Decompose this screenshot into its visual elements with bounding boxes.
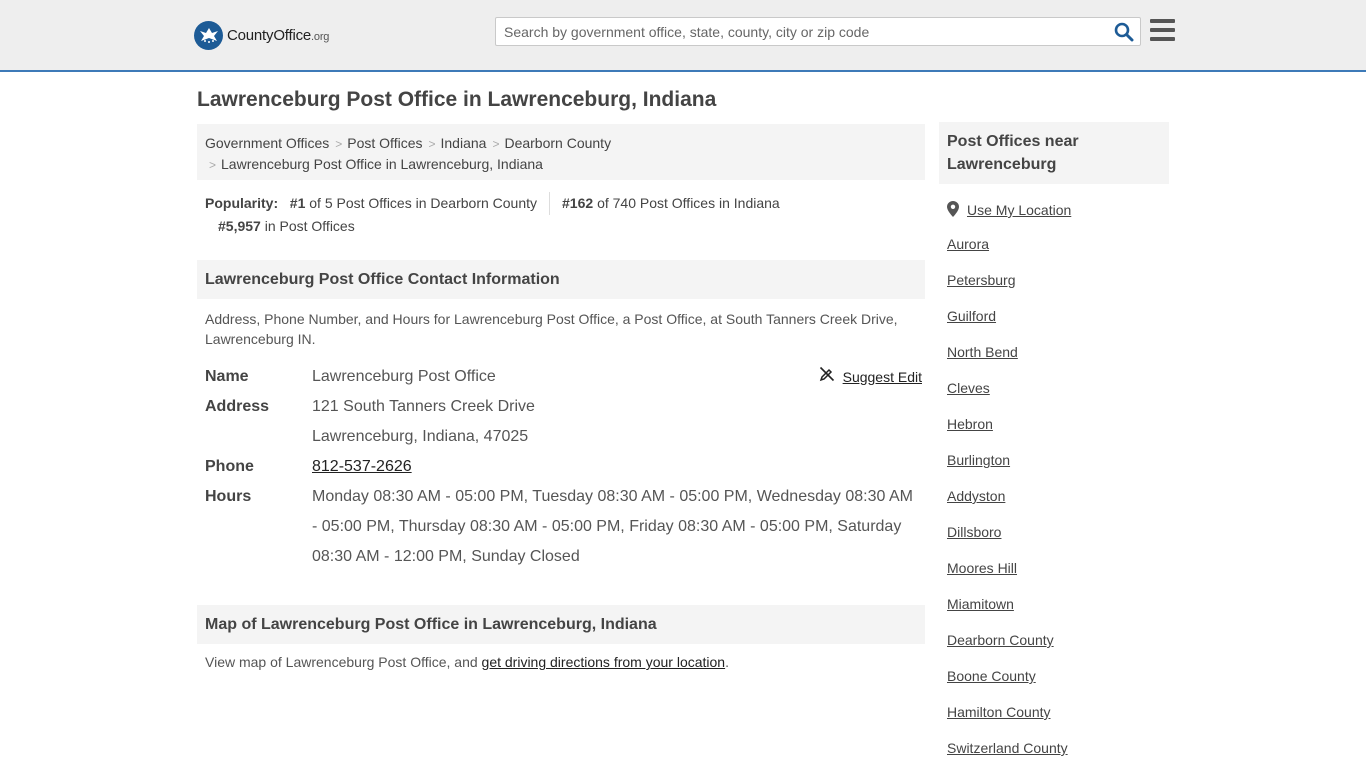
address-line1: 121 South Tanners Creek Drive bbox=[312, 398, 535, 415]
site-header: CountyOffice.org bbox=[0, 0, 1366, 72]
hours-value: Monday 08:30 AM - 05:00 PM, Tuesday 08:3… bbox=[312, 488, 913, 565]
nearby-link-burlington[interactable]: Burlington bbox=[947, 452, 1010, 468]
location-pin-icon bbox=[947, 200, 959, 220]
suggest-edit-link[interactable]: Suggest Edit bbox=[843, 362, 922, 392]
suggest-edit-icon bbox=[819, 362, 835, 392]
nearby-link-hamilton-county[interactable]: Hamilton County bbox=[947, 704, 1051, 720]
nearby-link-aurora[interactable]: Aurora bbox=[947, 236, 989, 252]
sidebar-heading: Post Offices near Lawrenceburg bbox=[939, 122, 1169, 184]
sidebar: Post Offices near Lawrenceburg Use My Lo… bbox=[939, 122, 1169, 776]
list-item: Dillsboro bbox=[947, 524, 1161, 544]
national-rank-text: in Post Offices bbox=[264, 218, 355, 234]
search-input[interactable] bbox=[496, 18, 1106, 45]
popularity-national: #5,957 in Post Offices bbox=[205, 215, 917, 238]
phone-label: Phone bbox=[205, 458, 254, 475]
county-rank-text: of 5 Post Offices in Dearborn County bbox=[309, 195, 538, 211]
breadcrumb: Government Offices > Post Offices > Indiana >… bbox=[197, 124, 925, 180]
popularity-stats: Popularity: #1 of 5 Post Offices in Dear… bbox=[197, 180, 925, 238]
list-item: Hamilton County bbox=[947, 704, 1161, 724]
nearby-list: Use My Location Aurora Petersburg Guilfo… bbox=[939, 184, 1169, 760]
list-item: Moores Hill bbox=[947, 560, 1161, 580]
breadcrumb-link-dearborn-county[interactable]: Dearborn County bbox=[504, 135, 611, 151]
info-row-hours: Hours Monday 08:30 AM - 05:00 PM, Tuesda… bbox=[205, 482, 917, 572]
map-description: View map of Lawrenceburg Post Office, an… bbox=[205, 654, 729, 670]
popularity-label: Popularity: bbox=[205, 195, 279, 211]
list-item: Cleves bbox=[947, 380, 1161, 400]
phone-link[interactable]: 812-537-2626 bbox=[312, 458, 412, 475]
nearby-link-dillsboro[interactable]: Dillsboro bbox=[947, 524, 1001, 540]
use-my-location[interactable]: Use My Location bbox=[947, 200, 1161, 220]
breadcrumb-link-post-offices[interactable]: Post Offices bbox=[347, 135, 422, 151]
site-logo[interactable]: CountyOffice.org bbox=[194, 20, 329, 50]
nearby-link-boone-county[interactable]: Boone County bbox=[947, 668, 1036, 684]
nearby-link-guilford[interactable]: Guilford bbox=[947, 308, 996, 324]
info-row-address: Address 121 South Tanners Creek Drive La… bbox=[205, 392, 917, 452]
info-row-name: Name Lawrenceburg Post Office bbox=[205, 362, 917, 392]
info-row-phone: Phone 812-537-2626 bbox=[205, 452, 917, 482]
use-my-location-link[interactable]: Use My Location bbox=[967, 202, 1071, 218]
breadcrumb-separator: > bbox=[492, 137, 500, 151]
nearby-link-switzerland-county[interactable]: Switzerland County bbox=[947, 740, 1068, 756]
suggest-edit[interactable]: Suggest Edit bbox=[819, 362, 922, 392]
list-item: Boone County bbox=[947, 668, 1161, 688]
nearby-link-hebron[interactable]: Hebron bbox=[947, 416, 993, 432]
breadcrumb-current: Lawrenceburg Post Office in Lawrenceburg… bbox=[221, 156, 543, 172]
list-item: Burlington bbox=[947, 452, 1161, 472]
list-item: Dearborn County bbox=[947, 632, 1161, 652]
list-item: Miamitown bbox=[947, 596, 1161, 616]
breadcrumb-link-indiana[interactable]: Indiana bbox=[441, 135, 487, 151]
breadcrumb-link-government-offices[interactable]: Government Offices bbox=[205, 135, 329, 151]
map-heading: Map of Lawrenceburg Post Office in Lawre… bbox=[197, 605, 925, 644]
county-rank: #1 bbox=[289, 195, 306, 211]
list-item: Guilford bbox=[947, 308, 1161, 328]
state-rank: #162 bbox=[562, 195, 594, 211]
address-label: Address bbox=[205, 398, 270, 415]
search-bar bbox=[495, 17, 1141, 46]
main-content: Government Offices > Post Offices > Indiana >… bbox=[197, 124, 925, 670]
nearby-link-dearborn-county[interactable]: Dearborn County bbox=[947, 632, 1054, 648]
national-rank: #5,957 bbox=[218, 218, 261, 234]
popularity-state: #162 of 740 Post Offices in Indiana bbox=[562, 192, 792, 215]
hamburger-menu-icon[interactable] bbox=[1150, 19, 1175, 41]
name-label: Name bbox=[205, 368, 249, 385]
nearby-link-north-bend[interactable]: North Bend bbox=[947, 344, 1018, 360]
logo-badge-icon bbox=[194, 20, 223, 50]
driving-directions-link[interactable]: get driving directions from your locatio… bbox=[482, 654, 726, 670]
nearby-link-miamitown[interactable]: Miamitown bbox=[947, 596, 1014, 612]
breadcrumb-separator: > bbox=[335, 137, 343, 151]
list-item: North Bend bbox=[947, 344, 1161, 364]
breadcrumb-separator: > bbox=[209, 158, 217, 172]
search-icon[interactable] bbox=[1114, 22, 1134, 42]
address-line2: Lawrenceburg, Indiana, 47025 bbox=[312, 428, 529, 445]
list-item: Aurora bbox=[947, 236, 1161, 256]
list-item: Hebron bbox=[947, 416, 1161, 436]
page-title: Lawrenceburg Post Office in Lawrenceburg… bbox=[197, 88, 717, 111]
list-item: Petersburg bbox=[947, 272, 1161, 292]
list-item: Switzerland County bbox=[947, 740, 1161, 760]
nearby-link-petersburg[interactable]: Petersburg bbox=[947, 272, 1015, 288]
contact-description: Address, Phone Number, and Hours for Law… bbox=[205, 311, 898, 347]
nearby-link-addyston[interactable]: Addyston bbox=[947, 488, 1005, 504]
breadcrumb-separator: > bbox=[428, 137, 436, 151]
address-value: 121 South Tanners Creek Drive Lawrencebu… bbox=[312, 392, 917, 452]
logo-text: CountyOffice.org bbox=[227, 26, 330, 44]
state-rank-text: of 740 Post Offices in Indiana bbox=[597, 195, 780, 211]
popularity-county: Popularity: #1 of 5 Post Offices in Dear… bbox=[205, 192, 551, 215]
contact-heading: Lawrenceburg Post Office Contact Informa… bbox=[197, 260, 925, 299]
nearby-link-cleves[interactable]: Cleves bbox=[947, 380, 990, 396]
nearby-link-moores-hill[interactable]: Moores Hill bbox=[947, 560, 1017, 576]
hours-label: Hours bbox=[205, 488, 252, 505]
contact-info-table: Suggest Edit Name Lawrenceburg Post Offi… bbox=[197, 362, 925, 572]
list-item: Addyston bbox=[947, 488, 1161, 508]
